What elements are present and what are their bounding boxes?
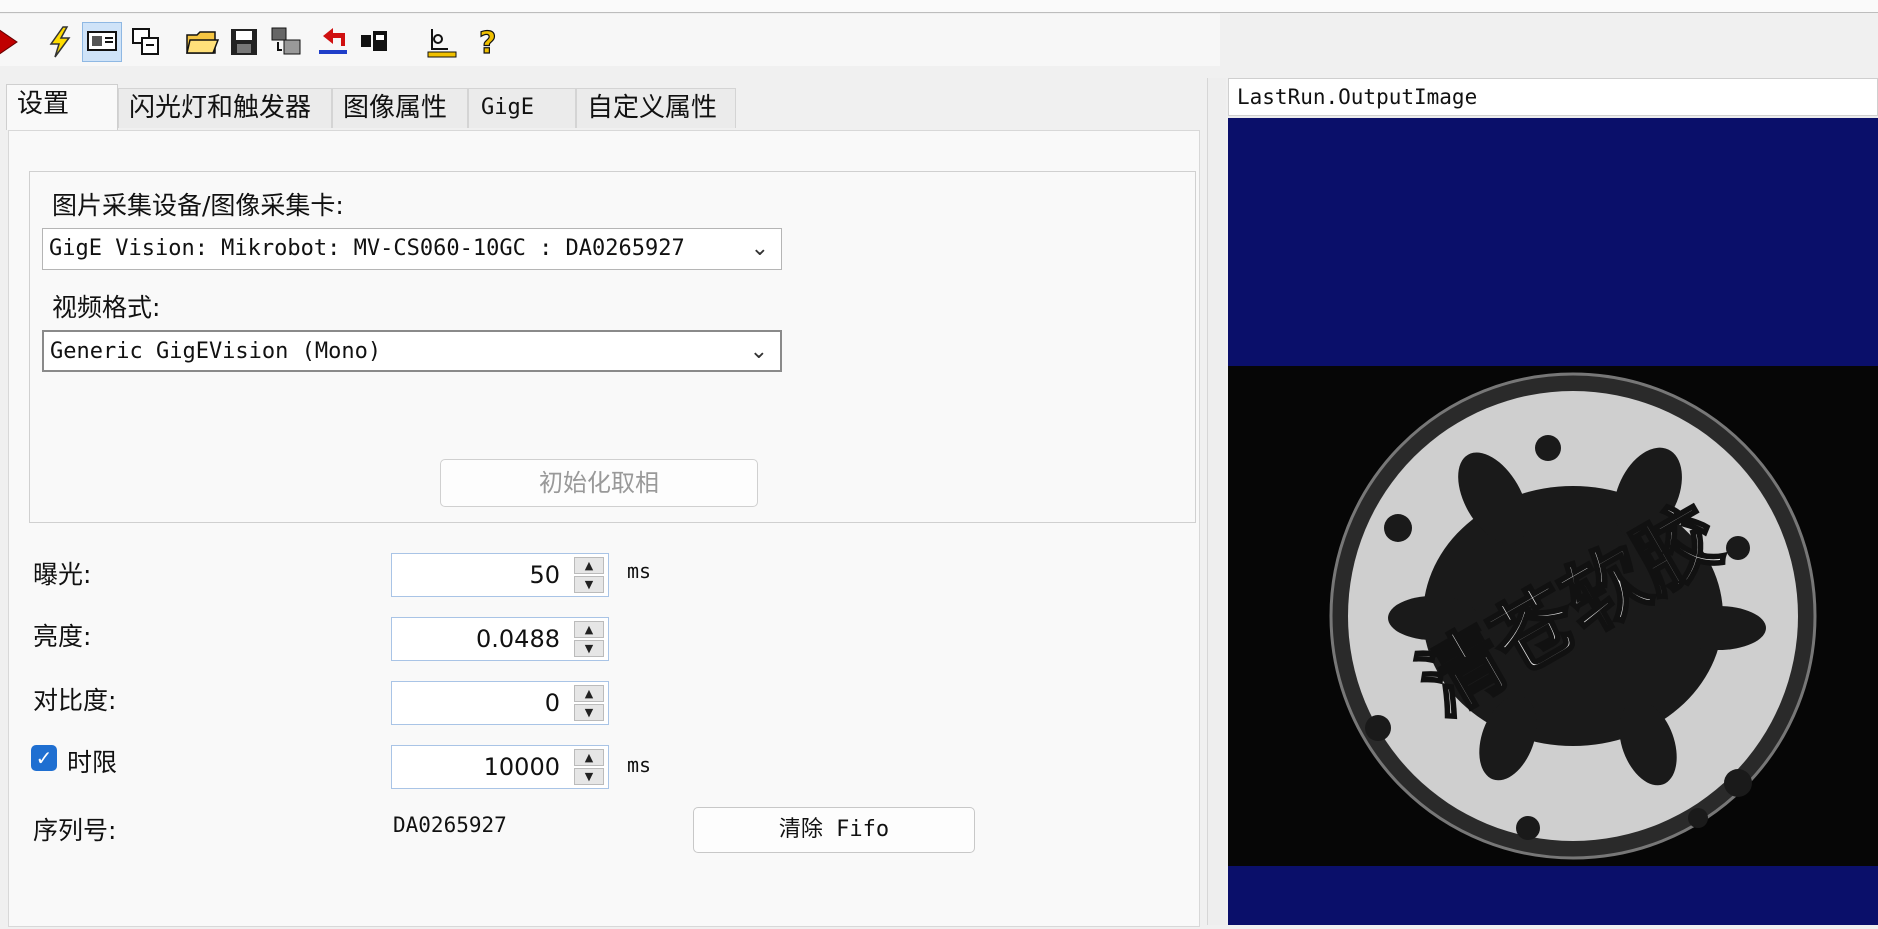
init-acquisition-button[interactable]: 初始化取相 bbox=[440, 459, 758, 507]
camera-icon[interactable] bbox=[354, 22, 394, 62]
format-select[interactable]: Generic GigEVision (Mono) ⌄ bbox=[42, 330, 782, 372]
open-folder-icon[interactable] bbox=[182, 22, 222, 62]
run-icon[interactable] bbox=[0, 22, 26, 62]
stepper-up-icon[interactable]: ▲ bbox=[574, 749, 604, 766]
tab-image-properties[interactable]: 图像属性 bbox=[332, 88, 468, 128]
output-image: 清苍软胶 bbox=[1228, 366, 1878, 866]
stepper-up-icon[interactable]: ▲ bbox=[574, 557, 604, 574]
format-select-value: Generic GigEVision (Mono) bbox=[50, 339, 382, 364]
stepper-down-icon[interactable]: ▼ bbox=[574, 768, 604, 785]
device-select[interactable]: GigE Vision: Mikrobot: MV-CS060-10GC : D… bbox=[42, 228, 782, 270]
svg-text:?: ? bbox=[479, 26, 496, 59]
reset-icon[interactable] bbox=[312, 22, 352, 62]
contrast-label: 对比度: bbox=[33, 686, 117, 715]
help-icon[interactable]: ? bbox=[468, 22, 508, 62]
toolbar: ? bbox=[0, 14, 1220, 66]
stepper-up-icon[interactable]: ▲ bbox=[574, 685, 604, 702]
stepper-down-icon[interactable]: ▼ bbox=[574, 576, 604, 593]
exposure-stepper[interactable]: ▲ ▼ bbox=[574, 557, 604, 593]
exposure-input[interactable]: 50 ▲ ▼ bbox=[391, 553, 609, 597]
contrast-stepper[interactable]: ▲ ▼ bbox=[574, 685, 604, 721]
tab-page-settings: 图片采集设备/图像采集卡: GigE Vision: Mikrobot: MV-… bbox=[8, 130, 1200, 927]
timeout-unit: ms bbox=[627, 753, 652, 777]
timeout-checkbox[interactable]: ✓ bbox=[31, 745, 57, 771]
stepper-up-icon[interactable]: ▲ bbox=[574, 621, 604, 638]
contrast-value: 0 bbox=[544, 689, 560, 717]
chevron-down-icon[interactable]: ⌄ bbox=[750, 332, 768, 370]
exposure-label: 曝光: bbox=[33, 560, 92, 589]
image-display-panel: LastRun.OutputImage 清苍软胶 bbox=[1228, 78, 1878, 925]
export-icon[interactable] bbox=[266, 22, 306, 62]
lightning-icon[interactable] bbox=[40, 22, 80, 62]
format-label: 视频格式: bbox=[52, 293, 161, 322]
timeout-value: 10000 bbox=[483, 753, 560, 781]
chevron-down-icon[interactable]: ⌄ bbox=[751, 229, 769, 269]
copy-window-icon[interactable] bbox=[126, 22, 166, 62]
brightness-input[interactable]: 0.0488 ▲ ▼ bbox=[391, 617, 609, 661]
save-icon[interactable] bbox=[224, 22, 264, 62]
timeout-stepper[interactable]: ▲ ▼ bbox=[574, 749, 604, 785]
stepper-down-icon[interactable]: ▼ bbox=[574, 640, 604, 657]
settings-tool-icon[interactable] bbox=[422, 22, 462, 62]
stepper-down-icon[interactable]: ▼ bbox=[574, 704, 604, 721]
image-title: LastRun.OutputImage bbox=[1228, 78, 1878, 116]
brightness-value: 0.0488 bbox=[476, 625, 560, 653]
device-select-value: GigE Vision: Mikrobot: MV-CS060-10GC : D… bbox=[49, 236, 685, 261]
tab-gige[interactable]: GigE bbox=[468, 88, 576, 128]
tab-custom-properties[interactable]: 自定义属性 bbox=[576, 88, 736, 128]
serial-label: 序列号: bbox=[33, 816, 117, 845]
serial-value: DA0265927 bbox=[393, 813, 507, 837]
exposure-unit: ms bbox=[627, 559, 652, 583]
settings-panel: 设置 闪光灯和触发器 图像属性 GigE 自定义属性 图片采集设备/图像采集卡:… bbox=[0, 80, 1205, 927]
device-label: 图片采集设备/图像采集卡: bbox=[52, 191, 344, 220]
contrast-input[interactable]: 0 ▲ ▼ bbox=[391, 681, 609, 725]
timeout-input[interactable]: 10000 ▲ ▼ bbox=[391, 745, 609, 789]
monitor-icon[interactable] bbox=[82, 22, 122, 62]
brightness-label: 亮度: bbox=[33, 622, 92, 651]
title-bar-edge bbox=[0, 0, 1878, 13]
device-group: 图片采集设备/图像采集卡: GigE Vision: Mikrobot: MV-… bbox=[29, 171, 1196, 523]
tab-strobe-trigger[interactable]: 闪光灯和触发器 bbox=[118, 88, 332, 128]
tab-settings[interactable]: 设置 bbox=[6, 84, 118, 130]
brightness-stepper[interactable]: ▲ ▼ bbox=[574, 621, 604, 657]
timeout-label: 时限 bbox=[67, 748, 118, 777]
image-display[interactable]: 清苍软胶 bbox=[1228, 118, 1878, 925]
exposure-value: 50 bbox=[529, 561, 560, 589]
clear-fifo-button[interactable]: 清除 Fifo bbox=[693, 807, 975, 853]
panel-splitter[interactable] bbox=[1207, 78, 1226, 925]
